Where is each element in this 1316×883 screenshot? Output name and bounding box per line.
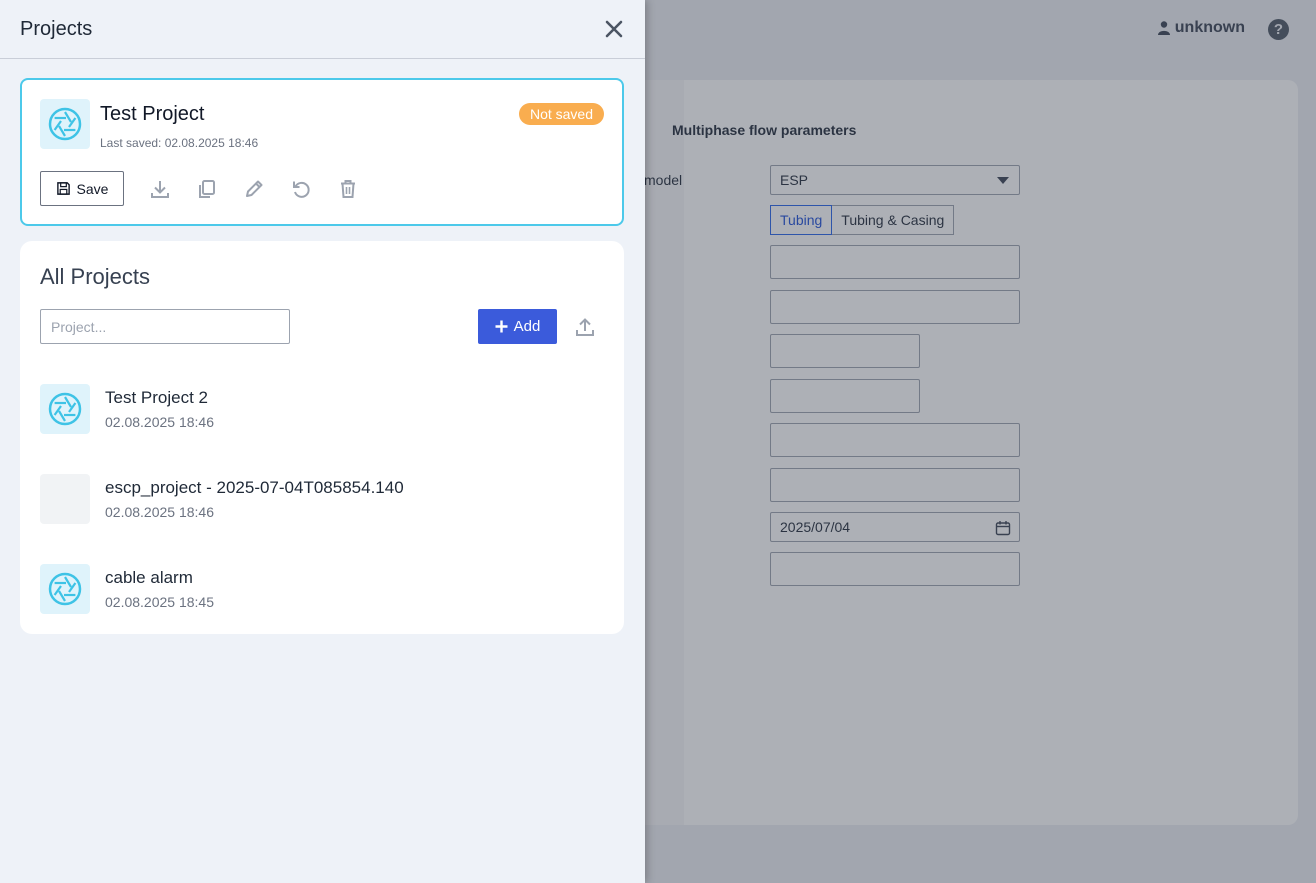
project-actions: Save [40, 171, 371, 206]
close-button[interactable] [603, 18, 625, 40]
project-name: Test Project 2 [105, 388, 208, 407]
project-list-item[interactable]: Test Project 2 02.08.2025 18:46 [40, 384, 604, 434]
duplicate-button[interactable] [183, 171, 230, 206]
project-name: escp_project - 2025-07-04T085854.140 [105, 478, 404, 497]
projects-drawer: Projects Test Project Last saved: 02.08.… [0, 0, 645, 883]
close-icon [605, 20, 623, 38]
status-badge: Not saved [518, 103, 604, 125]
save-label: Save [76, 180, 109, 197]
project-logo [40, 564, 90, 614]
all-projects-title: All Projects [40, 264, 151, 289]
project-search-input[interactable] [40, 309, 290, 344]
plus-icon [495, 320, 508, 333]
project-date: 02.08.2025 18:45 [105, 594, 214, 610]
upload-icon [576, 318, 594, 336]
last-saved-text: Last saved: 02.08.2025 18:46 [100, 136, 259, 150]
add-project-button[interactable]: Add [478, 309, 557, 344]
current-project-name: Test Project [100, 103, 205, 125]
current-project-card: Test Project Last saved: 02.08.2025 18:4… [20, 78, 624, 226]
floppy-disk-icon [56, 182, 70, 195]
revert-button[interactable] [277, 171, 324, 206]
all-projects-card: All Projects Add Test Project 2 02.08.20… [20, 241, 624, 634]
trash-icon [340, 179, 355, 198]
upload-button[interactable] [571, 313, 599, 341]
project-list-item[interactable]: cable alarm 02.08.2025 18:45 [40, 564, 604, 614]
project-list-item[interactable]: escp_project - 2025-07-04T085854.140 02.… [40, 474, 604, 524]
save-button[interactable]: Save [40, 171, 124, 206]
project-logo [40, 99, 90, 149]
delete-button[interactable] [324, 171, 371, 206]
download-button[interactable] [136, 171, 183, 206]
project-logo [40, 384, 90, 434]
project-logo-placeholder [40, 474, 90, 524]
aperture-logo-icon [48, 107, 82, 141]
undo-icon [292, 181, 310, 198]
project-name: cable alarm [105, 568, 193, 587]
aperture-logo-icon [48, 392, 82, 426]
download-icon [150, 180, 169, 198]
pencil-icon [245, 180, 262, 197]
drawer-header: Projects [0, 0, 645, 59]
aperture-logo-icon [48, 572, 82, 606]
project-date: 02.08.2025 18:46 [105, 504, 214, 520]
project-date: 02.08.2025 18:46 [105, 414, 214, 430]
drawer-title: Projects [20, 17, 93, 40]
add-label: Add [513, 318, 541, 335]
copy-icon [198, 179, 215, 198]
rename-button[interactable] [230, 171, 277, 206]
